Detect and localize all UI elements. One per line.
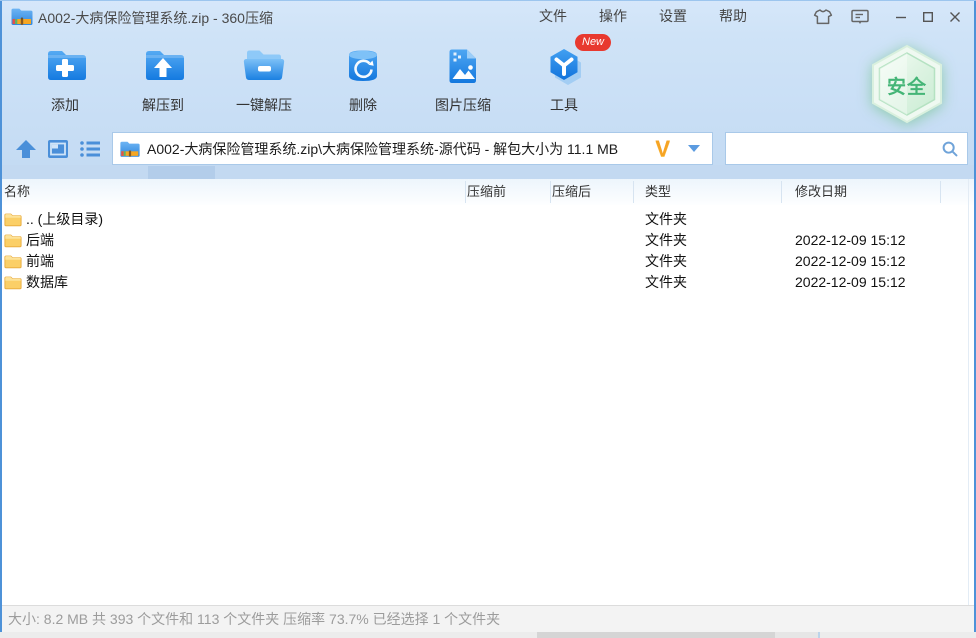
list-item-database[interactable]: 数据库 文件夹 2022-12-09 15:12 xyxy=(2,272,968,293)
column-divider[interactable] xyxy=(550,181,551,203)
preview-pane-icon[interactable] xyxy=(46,138,70,160)
list-item-parent-dir[interactable]: .. (上级目录) 文件夹 xyxy=(2,209,968,230)
column-divider[interactable] xyxy=(781,181,782,203)
app-window: A002-大病保险管理系统.zip - 360压缩 文件 操作 设置 帮助 添加… xyxy=(0,0,976,638)
folder-icon xyxy=(4,255,22,269)
address-dropdown-caret[interactable] xyxy=(688,145,700,152)
column-header-name[interactable]: 名称 xyxy=(4,179,30,205)
column-divider[interactable] xyxy=(465,181,466,203)
up-directory-icon[interactable] xyxy=(14,138,38,160)
taskbar-segment xyxy=(775,632,818,638)
toolbar-lower-band xyxy=(0,165,976,179)
one-click-extract-label: 一键解压 xyxy=(236,97,292,113)
file-modified: 2022-12-09 15:12 xyxy=(795,274,906,290)
file-name[interactable]: .. (上级目录) xyxy=(26,209,103,230)
folder-icon xyxy=(4,234,22,248)
feedback-icon[interactable] xyxy=(850,7,870,27)
window-controls xyxy=(887,0,968,33)
window-border-top xyxy=(0,0,976,1)
security-shield-badge[interactable]: 安全 xyxy=(866,44,948,124)
delete-button[interactable]: 删除 xyxy=(319,42,407,115)
list-view-icon[interactable] xyxy=(78,138,102,160)
skin-shirt-icon[interactable] xyxy=(813,7,833,27)
taskbar-segment xyxy=(537,632,775,638)
folder-icon xyxy=(4,213,22,227)
file-name[interactable]: 后端 xyxy=(26,230,54,251)
folder-extract-icon xyxy=(146,51,184,80)
extract-to-label: 解压到 xyxy=(142,97,184,113)
one-click-extract-button[interactable]: 一键解压 xyxy=(220,42,308,115)
column-header-modified[interactable]: 修改日期 xyxy=(795,179,847,205)
trash-recycle-icon xyxy=(349,50,377,81)
zip-file-icon-small xyxy=(120,141,140,157)
search-input[interactable] xyxy=(726,133,941,164)
column-header-type[interactable]: 类型 xyxy=(645,179,671,205)
file-name[interactable]: 前端 xyxy=(26,251,54,272)
file-modified: 2022-12-09 15:12 xyxy=(795,253,906,269)
image-compress-label: 图片压缩 xyxy=(435,97,491,113)
file-type: 文件夹 xyxy=(645,253,687,269)
column-header-unpacked[interactable]: 压缩后 xyxy=(552,179,591,205)
folder-open-icon xyxy=(243,50,285,80)
window-border-left xyxy=(0,0,2,632)
column-header-row: 名称 压缩前 压缩后 类型 修改日期 xyxy=(0,179,976,205)
scrollbar-gutter-line xyxy=(968,179,969,605)
menu-file[interactable]: 文件 xyxy=(523,0,583,33)
new-badge: New xyxy=(575,34,612,51)
window-title: A002-大病保险管理系统.zip - 360压缩 xyxy=(38,10,273,26)
file-name[interactable]: 数据库 xyxy=(26,272,68,293)
minimize-button[interactable] xyxy=(887,0,914,33)
image-compress-button[interactable]: 图片压缩 xyxy=(419,42,507,115)
delete-label: 删除 xyxy=(349,97,377,113)
menu-help[interactable]: 帮助 xyxy=(703,0,763,33)
search-box xyxy=(725,132,968,165)
zip-file-icon xyxy=(11,8,33,25)
search-icon[interactable] xyxy=(941,140,959,158)
file-type: 文件夹 xyxy=(645,232,687,248)
close-button[interactable] xyxy=(941,0,968,33)
column-divider[interactable] xyxy=(940,181,941,203)
tools-label: 工具 xyxy=(550,97,578,113)
band-artifact xyxy=(148,166,215,179)
file-type: 文件夹 xyxy=(645,211,687,227)
file-modified: 2022-12-09 15:12 xyxy=(795,232,906,248)
list-item-backend[interactable]: 后端 文件夹 2022-12-09 15:12 xyxy=(2,230,968,251)
file-list: .. (上级目录) 文件夹 后端 文件夹 2022-12-09 15:12 前端… xyxy=(0,205,976,605)
add-label: 添加 xyxy=(51,97,79,113)
v-logo: V xyxy=(655,135,670,161)
maximize-button[interactable] xyxy=(914,0,941,33)
menu-settings[interactable]: 设置 xyxy=(643,0,703,33)
menubar: 文件 操作 设置 帮助 xyxy=(523,0,763,33)
bottom-edge-strip xyxy=(0,632,976,638)
file-type: 文件夹 xyxy=(645,274,687,290)
list-item-frontend[interactable]: 前端 文件夹 2022-12-09 15:12 xyxy=(2,251,968,272)
folder-plus-icon xyxy=(48,51,86,80)
menu-action[interactable]: 操作 xyxy=(583,0,643,33)
folder-icon xyxy=(4,276,22,290)
security-label: 安全 xyxy=(886,77,927,98)
taskbar-divider xyxy=(818,632,820,638)
column-divider[interactable] xyxy=(633,181,634,203)
archive-path: A002-大病保险管理系统.zip\大病保险管理系统-源代码 - 解包大小为 1… xyxy=(147,140,619,157)
statusbar: 大小: 8.2 MB 共 393 个文件和 113 个文件夹 压缩率 73.7%… xyxy=(0,605,976,632)
titlebar: A002-大病保险管理系统.zip - 360压缩 文件 操作 设置 帮助 xyxy=(0,0,976,33)
extract-to-button[interactable]: 解压到 xyxy=(119,42,207,115)
column-header-packed[interactable]: 压缩前 xyxy=(467,179,506,205)
address-bar[interactable]: A002-大病保险管理系统.zip\大病保险管理系统-源代码 - 解包大小为 1… xyxy=(112,132,713,165)
add-button[interactable]: 添加 xyxy=(21,42,109,115)
image-compress-icon xyxy=(449,49,476,83)
tools-button[interactable]: New 工具 xyxy=(520,34,612,115)
status-text: 大小: 8.2 MB 共 393 个文件和 113 个文件夹 压缩率 73.7%… xyxy=(8,611,501,627)
